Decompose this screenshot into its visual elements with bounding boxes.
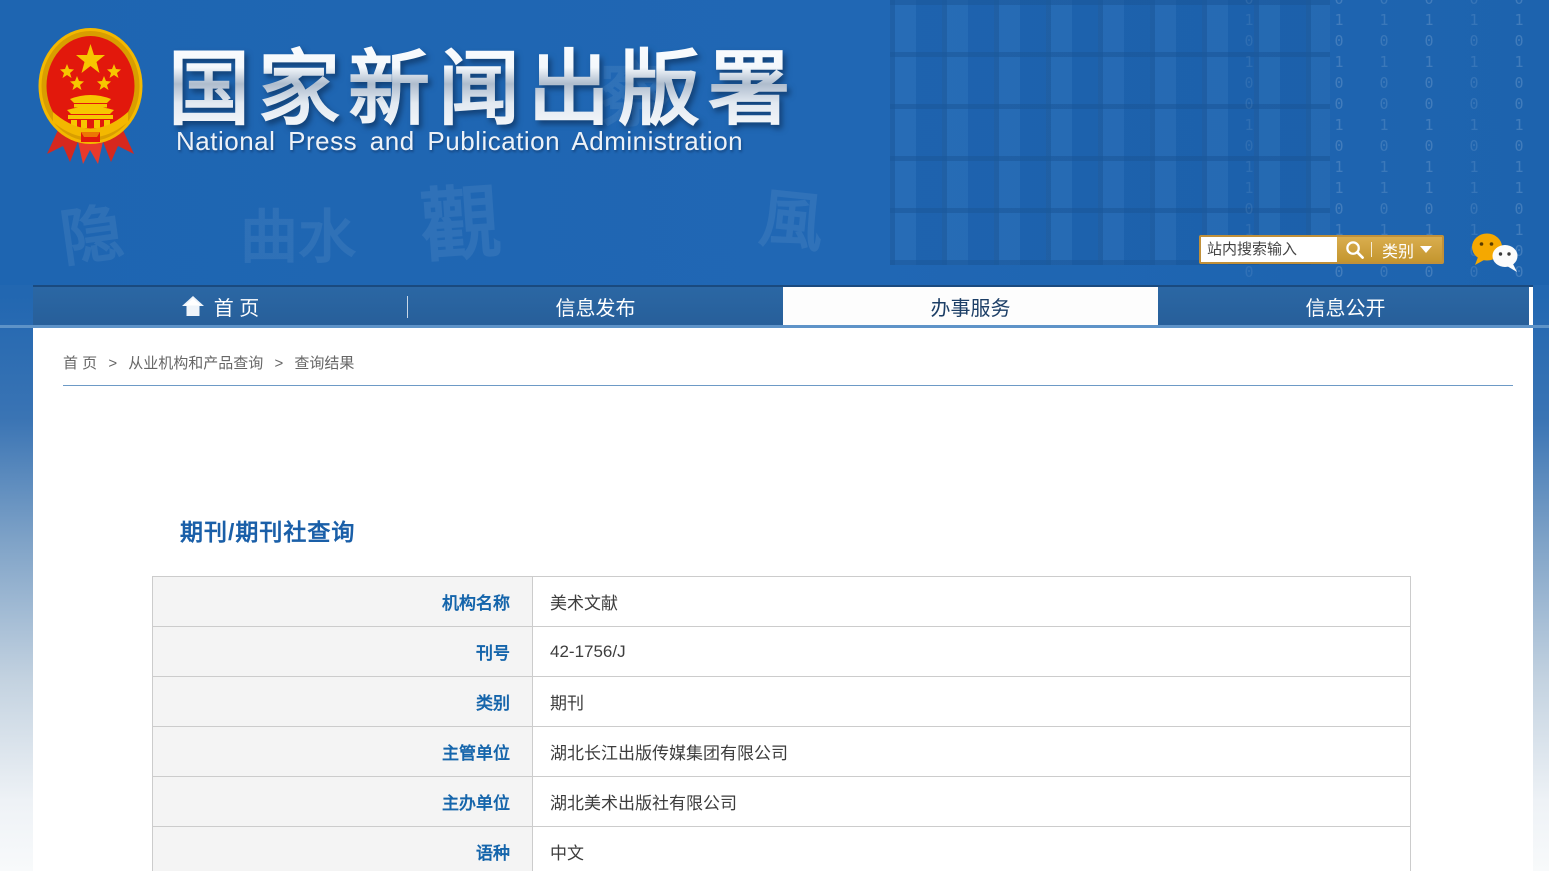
breadcrumb-home[interactable]: 首 页 [63,355,97,372]
nav-end-bar [1529,287,1533,325]
calligraphy-watermark: 隐 [54,181,128,279]
table-row: 类别 期刊 [153,677,1411,727]
journal-info-table: 机构名称 美术文献 刊号 42-1756/J 类别 期刊 主管单位 湖北长江出版… [152,576,1411,871]
calligraphy-watermark: 風 [755,167,828,265]
nav-item-label: 首 页 [214,292,260,321]
national-emblem-logo [37,24,144,168]
row-label: 刊号 [153,627,533,677]
row-label: 主办单位 [153,777,533,827]
site-title: 国家新闻出版署 [168,22,868,141]
row-value: 42-1756/J [533,627,1411,677]
wechat-icon [1470,231,1522,275]
row-value: 中文 [533,827,1411,871]
table-row: 语种 中文 [153,827,1411,871]
row-value: 期刊 [533,677,1411,727]
nav-item-info-release[interactable]: 信息发布 [408,287,783,325]
breadcrumb-separator: > [274,355,283,372]
breadcrumb-result: 查询结果 [294,355,354,372]
calligraphy-watermark: 曲水 [240,190,356,274]
content-panel: 首 页 > 从业机构和产品查询 > 查询结果 期刊/期刊社查询 机构名称 美术文… [33,328,1533,871]
search-button[interactable] [1337,237,1371,262]
home-icon [182,296,204,316]
category-dropdown[interactable]: 类别 [1372,237,1442,262]
nav-item-services[interactable]: 办事服务 [783,287,1158,325]
breadcrumb-separator: > [108,355,117,372]
site-search-bar: 类别 [1199,235,1444,264]
main-navigation: 首 页 信息发布 办事服务 信息公开 [33,285,1533,325]
breadcrumb-query[interactable]: 从业机构和产品查询 [128,355,263,372]
nav-item-info-disclosure[interactable]: 信息公开 [1158,287,1533,325]
seal-grid-texture [890,0,1330,265]
breadcrumb: 首 页 > 从业机构和产品查询 > 查询结果 [63,352,354,373]
page-title: 期刊/期刊社查询 [180,513,355,547]
row-value: 湖北美术出版社有限公司 [533,777,1411,827]
table-row: 机构名称 美术文献 [153,577,1411,627]
breadcrumb-divider [63,385,1513,386]
category-label: 类别 [1382,238,1414,262]
site-subtitle: National Press and Publication Administr… [176,126,743,157]
row-label: 主管单位 [153,727,533,777]
nav-item-label: 办事服务 [931,292,1011,321]
row-value: 美术文献 [533,577,1411,627]
nav-item-label: 信息公开 [1306,292,1386,321]
row-label: 语种 [153,827,533,871]
caret-down-icon [1420,246,1432,253]
row-label: 机构名称 [153,577,533,627]
page: 觀 察 風 曲水 隐 01010010110100101011010010101… [0,0,1549,871]
calligraphy-watermark: 觀 [416,157,504,278]
table-row: 主管单位 湖北长江出版传媒集团有限公司 [153,727,1411,777]
row-value: 湖北长江出版传媒集团有限公司 [533,727,1411,777]
table-row: 刊号 42-1756/J [153,627,1411,677]
table-row: 主办单位 湖北美术出版社有限公司 [153,777,1411,827]
search-input[interactable] [1201,237,1337,262]
wechat-share-button[interactable] [1470,231,1522,275]
magnifier-icon [1345,240,1364,259]
nav-item-home[interactable]: 首 页 [33,287,408,325]
nav-item-label: 信息发布 [556,292,636,321]
row-label: 类别 [153,677,533,727]
